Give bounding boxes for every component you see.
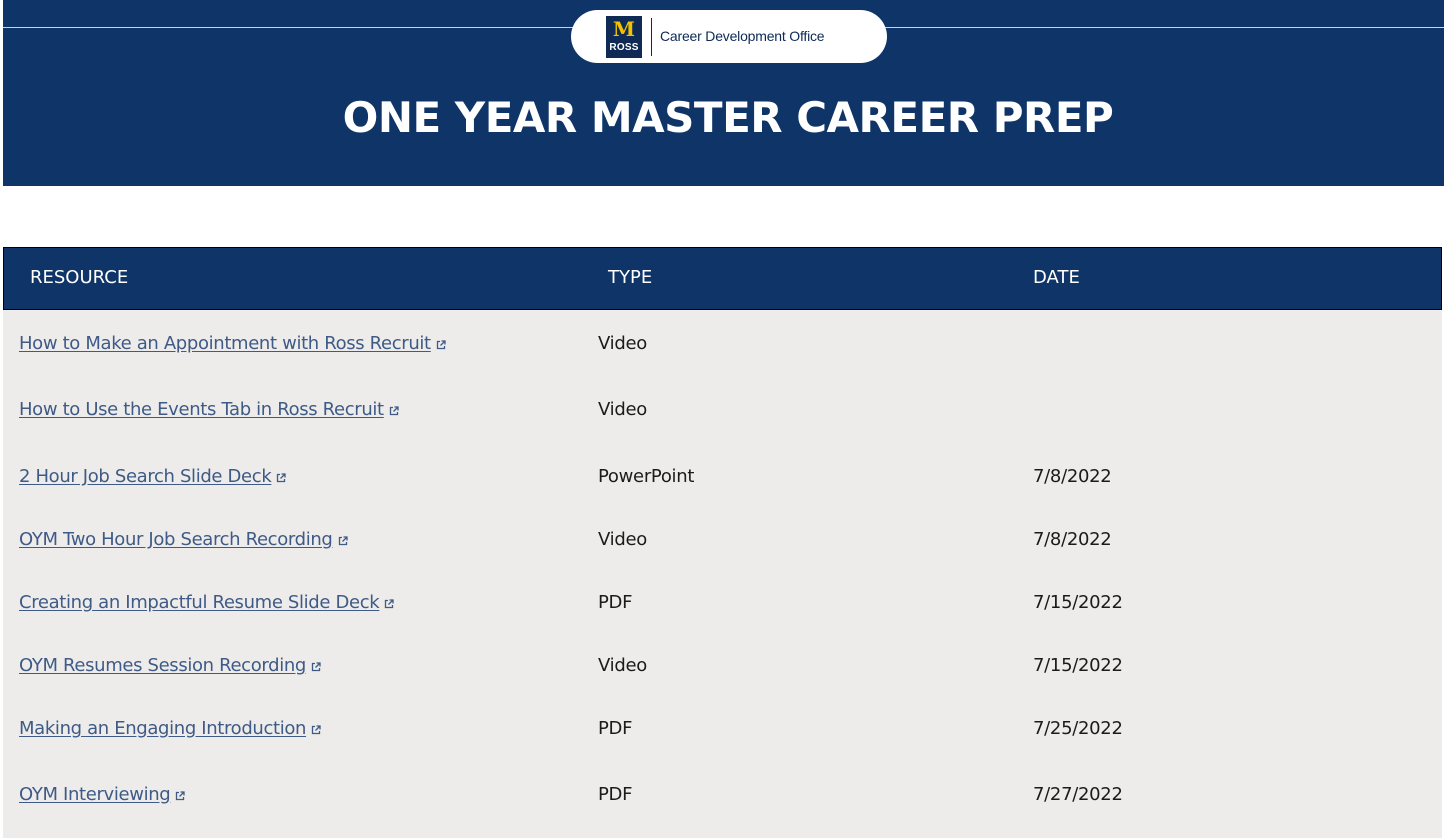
table-row: OYM Resumes Session Recording Video 7/15… (3, 646, 1442, 686)
resource-link[interactable]: OYM Interviewing (19, 783, 186, 807)
resource-date: 7/8/2022 (1033, 466, 1112, 487)
resource-link-text: How to Make an Appointment with Ross Rec… (19, 333, 431, 354)
table-row: Making an Engaging Introduction PDF 7/25… (3, 709, 1442, 749)
resource-type: Video (598, 399, 647, 420)
resource-type: PDF (598, 592, 633, 613)
logo-divider (651, 18, 652, 56)
resource-date: 7/8/2022 (1033, 529, 1112, 550)
column-header-date: DATE (1033, 267, 1080, 288)
resource-link-text: Making an Engaging Introduction (19, 718, 307, 739)
table-row: How to Make an Appointment with Ross Rec… (3, 324, 1442, 364)
external-link-icon (311, 662, 321, 672)
table-row: Creating an Impactful Resume Slide Deck … (3, 583, 1442, 623)
resource-link[interactable]: Making an Engaging Introduction (19, 717, 321, 741)
resource-date: 7/27/2022 (1033, 784, 1123, 805)
resource-link[interactable]: How to Use the Events Tab in Ross Recrui… (19, 398, 399, 422)
ross-logo-mark: M ROSS (606, 16, 642, 58)
resource-type: PDF (598, 718, 633, 739)
logo-m-letter: M (612, 17, 636, 41)
resource-type: PDF (598, 784, 633, 805)
external-link-icon (338, 536, 348, 546)
resource-date: 7/15/2022 (1033, 655, 1123, 676)
logo-ross-text: ROSS (609, 42, 639, 53)
resource-link-text: Creating an Impactful Resume Slide Deck (19, 592, 380, 613)
resource-link[interactable]: 2 Hour Job Search Slide Deck (19, 465, 287, 489)
resource-link-text: How to Use the Events Tab in Ross Recrui… (19, 399, 384, 420)
column-header-resource: RESOURCE (30, 267, 129, 288)
external-link-icon (436, 340, 446, 350)
page-header: M ROSS Career Development Office ONE YEA… (3, 0, 1444, 186)
resource-link[interactable]: OYM Resumes Session Recording (19, 654, 321, 678)
resource-type: Video (598, 655, 647, 676)
resource-date: 7/25/2022 (1033, 718, 1123, 739)
table-row: How to Use the Events Tab in Ross Recrui… (3, 390, 1442, 430)
resource-link-text: OYM Interviewing (19, 784, 171, 805)
external-link-icon (311, 725, 321, 735)
resource-link[interactable]: Creating an Impactful Resume Slide Deck (19, 591, 394, 615)
external-link-icon (385, 599, 394, 609)
resource-table-body: How to Make an Appointment with Ross Rec… (3, 310, 1442, 838)
resource-date: 7/15/2022 (1033, 592, 1123, 613)
resource-link-text: OYM Two Hour Job Search Recording (19, 529, 333, 550)
resource-link-text: 2 Hour Job Search Slide Deck (19, 466, 272, 487)
column-header-type: TYPE (608, 267, 653, 288)
resource-link[interactable]: How to Make an Appointment with Ross Rec… (19, 332, 446, 356)
external-link-icon (277, 473, 287, 483)
office-name: Career Development Office (660, 28, 825, 44)
table-row: OYM Two Hour Job Search Recording Video … (3, 520, 1442, 560)
resource-link[interactable]: OYM Two Hour Job Search Recording (19, 528, 348, 552)
external-link-icon (176, 791, 186, 801)
resource-type: Video (598, 529, 647, 550)
resource-type: PowerPoint (598, 466, 695, 487)
resource-type: Video (598, 333, 647, 354)
external-link-icon (389, 406, 399, 416)
resource-link-text: OYM Resumes Session Recording (19, 655, 306, 676)
table-header: RESOURCE TYPE DATE (3, 247, 1442, 310)
logo-badge[interactable]: M ROSS Career Development Office (571, 10, 887, 63)
page-title: ONE YEAR MASTER CAREER PREP (342, 93, 1114, 142)
table-row: OYM Interviewing PDF 7/27/2022 (3, 775, 1442, 815)
table-row: 2 Hour Job Search Slide Deck PowerPoint … (3, 457, 1442, 497)
